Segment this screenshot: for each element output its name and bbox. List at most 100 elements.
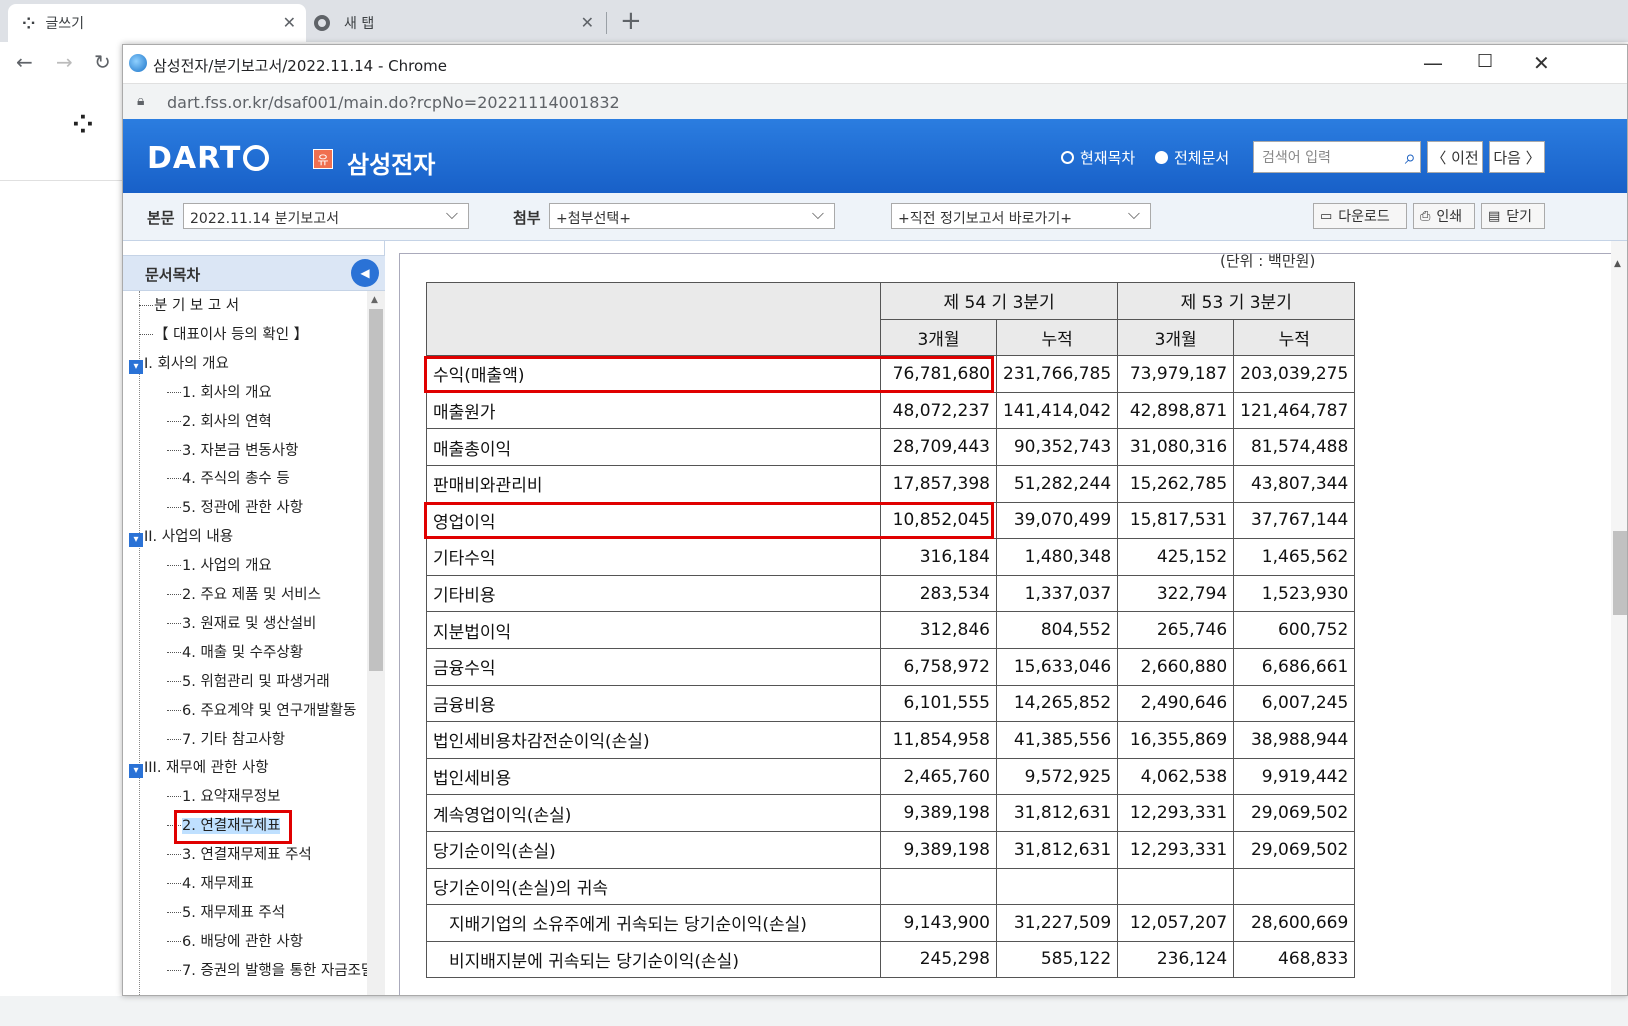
toc-item[interactable]: 5. 위험관리 및 파생거래 bbox=[167, 670, 330, 694]
close-doc-button[interactable]: ▤ 닫기 bbox=[1481, 203, 1545, 229]
toc-item[interactable]: 6. 주요계약 및 연구개발활동 bbox=[167, 699, 356, 723]
toc-item[interactable]: 5. 정관에 관한 사항 bbox=[167, 496, 303, 520]
row-value bbox=[1117, 867, 1235, 906]
radio-all-docs[interactable]: 전체문서 bbox=[1155, 147, 1229, 168]
new-tab-button[interactable]: + bbox=[620, 6, 642, 36]
collapse-sidebar-button[interactable]: ◀ bbox=[351, 259, 379, 287]
printer-icon: ⎙ bbox=[1420, 208, 1431, 224]
popup-url[interactable]: dart.fss.or.kr/dsaf001/main.do?rcpNo=202… bbox=[167, 93, 620, 112]
search-icon[interactable]: ⌕ bbox=[1405, 145, 1416, 169]
collapse-toggle-icon[interactable]: ▾ bbox=[129, 533, 143, 548]
search-field[interactable]: ⌕ bbox=[1253, 141, 1421, 173]
popup-titlebar: 삼성전자/분기보고서/2022.11.14 - Chrome — ☐ ✕ bbox=[123, 45, 1627, 83]
toc-item[interactable]: 1. 회사의 개요 bbox=[167, 381, 272, 405]
toc-item[interactable]: 【 대표이사 등의 확인 】 bbox=[139, 323, 308, 347]
tree-connector bbox=[167, 738, 181, 740]
app-logo-icon: ⁘ bbox=[72, 110, 94, 140]
recent-report-select[interactable]: +직전 정기보고서 바로가기+ ⌵ bbox=[891, 203, 1151, 229]
toc-item[interactable]: 7. 기타 참고사항 bbox=[167, 728, 285, 752]
toc-item[interactable]: 1. 사업의 개요 bbox=[167, 554, 272, 578]
row-value: 12,293,331 bbox=[1117, 830, 1235, 869]
maximize-icon[interactable]: ☐ bbox=[1477, 51, 1493, 72]
next-button[interactable]: 다음 〉 bbox=[1489, 141, 1545, 173]
content-scrollbar[interactable] bbox=[1611, 241, 1627, 995]
toc-scroll-thumb[interactable] bbox=[369, 309, 383, 671]
table-row: 비지배지분에 귀속되는 당기순이익(손실) 245,298 585,122 236,1… bbox=[426, 940, 1356, 979]
toc-item[interactable]: 분 기 보 고 서 bbox=[139, 294, 239, 318]
row-value: 15,633,046 bbox=[995, 647, 1119, 686]
bottom-strip bbox=[0, 996, 1628, 1026]
search-input[interactable] bbox=[1262, 144, 1392, 172]
prev-button[interactable]: 〈 이전 bbox=[1427, 141, 1483, 173]
dart-logo[interactable]: DART bbox=[147, 141, 270, 176]
toc-sidebar: 문서목차 ◀ 분 기 보 고 서 【 대표이사 등의 확인 】 ▾ I. 회사의 개요… bbox=[123, 241, 385, 995]
row-value: 6,686,661 bbox=[1233, 647, 1356, 686]
content-scroll-thumb[interactable] bbox=[1613, 531, 1627, 615]
download-button[interactable]: ▭ 다운로드 bbox=[1313, 203, 1407, 229]
table-row: 매출총이익 28,709,443 90,352,743 31,080,316 81,57… bbox=[426, 428, 1356, 466]
row-value: 1,480,348 bbox=[995, 538, 1119, 576]
scroll-up-icon[interactable]: ▲ bbox=[371, 295, 378, 305]
close-window-icon[interactable]: ✕ bbox=[1533, 51, 1550, 75]
row-value: 1,465,562 bbox=[1233, 538, 1356, 576]
row-label: 법인세비용 bbox=[426, 757, 881, 796]
row-value: 38,988,944 bbox=[1233, 721, 1356, 759]
toc-item[interactable]: ▾ I. 회사의 개요 bbox=[129, 352, 229, 376]
toc-item[interactable]: 3. 원재료 및 생산설비 bbox=[167, 612, 316, 636]
print-button[interactable]: ⎙ 인쇄 bbox=[1413, 203, 1475, 229]
highlight-toc-consolidated bbox=[174, 810, 292, 844]
toc-item[interactable]: 1. 요약재무정보 bbox=[167, 785, 280, 809]
toc-item[interactable]: ▾ II. 사업의 내용 bbox=[129, 525, 233, 549]
tab-title: 새 탭 bbox=[344, 16, 375, 32]
table-row: 계속영업이익(손실) 9,389,198 31,812,631 12,293,331 2… bbox=[426, 794, 1356, 832]
back-arrow-icon[interactable]: ← bbox=[16, 50, 33, 74]
row-value bbox=[1233, 867, 1356, 906]
row-value: 322,794 bbox=[1117, 574, 1235, 613]
attach-select[interactable]: +첨부선택+ ⌵ bbox=[549, 203, 835, 229]
toc-item[interactable]: 4. 주식의 총수 등 bbox=[167, 467, 290, 491]
close-tab-icon[interactable]: ✕ bbox=[283, 13, 296, 32]
scroll-up-icon[interactable]: ▲ bbox=[1614, 259, 1621, 269]
period-header: 제 53 기 3분기 bbox=[1117, 282, 1356, 320]
toc-item[interactable]: 3. 연결재무제표 주석 bbox=[167, 843, 312, 867]
tree-connector bbox=[167, 796, 181, 798]
row-value: 51,282,244 bbox=[995, 464, 1119, 503]
toc-item-label: 5. 위험관리 및 파생거래 bbox=[182, 673, 330, 690]
toc-item[interactable]: 5. 재무제표 주석 bbox=[167, 901, 285, 925]
close-tab-icon[interactable]: ✕ bbox=[581, 13, 594, 32]
row-label: 매출원가 bbox=[426, 391, 881, 430]
toc-item[interactable]: ▾ III. 재무에 관한 사항 bbox=[129, 756, 269, 780]
toc-item[interactable]: 2. 회사의 연혁 bbox=[167, 410, 272, 434]
toc-item[interactable]: 4. 매출 및 수주상황 bbox=[167, 641, 303, 665]
table-row: 당기순이익(손실)의 귀속 bbox=[426, 867, 1356, 906]
row-label: 금융비용 bbox=[426, 684, 881, 723]
toc-item[interactable]: 7. 증권의 발행을 통한 자금조달에 관한 사항 bbox=[167, 959, 367, 983]
toc-item-label: 6. 주요계약 및 연구개발활동 bbox=[182, 702, 357, 719]
toc-item[interactable]: 6. 배당에 관한 사항 bbox=[167, 930, 303, 954]
tab-new[interactable]: 새 탭 ✕ bbox=[312, 4, 604, 42]
sub-header: 3개월 bbox=[880, 318, 997, 357]
tab-write[interactable]: ⁘ 글쓰기 ✕ bbox=[8, 4, 306, 42]
forward-arrow-icon[interactable]: → bbox=[56, 50, 73, 74]
radio-current-toc[interactable]: 현재목차 bbox=[1061, 147, 1135, 168]
toc-item[interactable]: 2. 주요 제품 및 서비스 bbox=[167, 583, 321, 607]
toc-item[interactable]: 4. 재무제표 bbox=[167, 872, 254, 896]
table-row: 금융수익 6,758,972 15,633,046 2,660,880 6,686,66… bbox=[426, 647, 1356, 686]
reload-icon[interactable]: ↻ bbox=[94, 50, 111, 74]
collapse-toggle-icon[interactable]: ▾ bbox=[129, 764, 143, 779]
row-label: 당기순이익(손실) bbox=[426, 830, 881, 869]
row-value: 39,070,499 bbox=[995, 501, 1119, 540]
collapse-toggle-icon[interactable]: ▾ bbox=[129, 359, 143, 374]
toc-item-label: 7. 기타 참고사항 bbox=[182, 731, 286, 748]
table-row: 판매비와관리비 17,857,398 51,282,244 15,262,785 43,… bbox=[426, 464, 1356, 503]
tree-connector bbox=[167, 565, 181, 567]
row-value: 203,039,275 bbox=[1233, 355, 1356, 393]
toc-item-label: I. 회사의 개요 bbox=[144, 355, 229, 372]
main-doc-select[interactable]: 2022.11.14 분기보고서 ⌵ bbox=[183, 203, 469, 229]
dart-popup-window: 삼성전자/분기보고서/2022.11.14 - Chrome — ☐ ✕ 🔒︎ … bbox=[122, 44, 1628, 996]
toc-item[interactable]: 3. 자본금 변동사항 bbox=[167, 439, 298, 463]
row-value: 600,752 bbox=[1233, 611, 1356, 649]
minimize-icon[interactable]: — bbox=[1423, 51, 1443, 75]
row-value: 28,709,443 bbox=[880, 428, 997, 466]
popup-address-bar[interactable]: 🔒︎ dart.fss.or.kr/dsaf001/main.do?rcpNo=… bbox=[123, 83, 1627, 119]
